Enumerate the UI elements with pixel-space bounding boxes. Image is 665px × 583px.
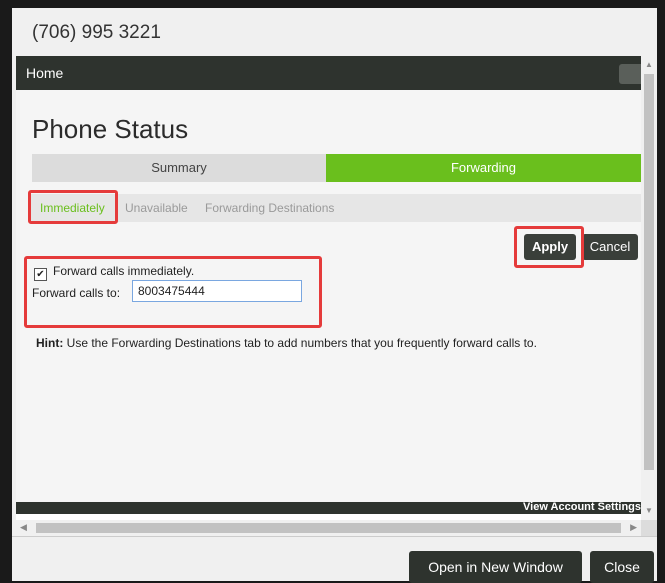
scroll-left-icon[interactable]: ◀	[20, 522, 27, 533]
footer-bar: View Account Settings	[16, 502, 641, 514]
highlight-apply	[514, 226, 584, 268]
hint-prefix: Hint:	[36, 336, 64, 350]
nav-home-link[interactable]: Home	[26, 65, 63, 81]
vertical-scroll-thumb[interactable]	[644, 74, 654, 470]
horizontal-scroll-thumb[interactable]	[36, 523, 621, 533]
horizontal-scrollbar[interactable]: ◀ ▶	[16, 520, 641, 536]
subtab-forwarding-destinations[interactable]: Forwarding Destinations	[205, 201, 334, 215]
main-content: Phone Status Summary Forwarding Immediat…	[16, 90, 641, 502]
dialog-title: (706) 995 3221	[32, 22, 161, 43]
highlight-forward-fields	[24, 256, 322, 328]
subtab-unavailable[interactable]: Unavailable	[125, 201, 188, 215]
close-button[interactable]: Close	[590, 551, 654, 583]
scroll-down-icon[interactable]: ▼	[645, 506, 653, 515]
tab-forwarding[interactable]: Forwarding	[326, 154, 641, 182]
highlight-immediately	[28, 190, 118, 224]
page-title: Phone Status	[32, 114, 189, 144]
hint-text: Hint: Use the Forwarding Destinations ta…	[36, 336, 537, 350]
view-account-settings-link[interactable]: View Account Settings	[523, 502, 641, 513]
forwarding-subtabs: Immediately Unavailable Forwarding Desti…	[30, 194, 641, 222]
nav-dropdown-button[interactable]	[619, 64, 641, 84]
main-tabs: Summary Forwarding	[32, 154, 641, 182]
tab-summary[interactable]: Summary	[32, 154, 326, 182]
cancel-button[interactable]: Cancel	[582, 234, 638, 260]
dialog-bottom-bar: Open in New Window Close	[12, 536, 657, 583]
open-in-new-window-button[interactable]: Open in New Window	[409, 551, 582, 583]
content-frame: Home Phone Status Summary Forwarding Imm…	[16, 56, 657, 536]
vertical-scrollbar[interactable]: ▲ ▼	[641, 56, 657, 520]
hint-body: Use the Forwarding Destinations tab to a…	[63, 336, 537, 350]
scrollbar-corner	[641, 520, 657, 536]
top-navbar: Home	[16, 56, 641, 90]
dialog-header: (706) 995 3221	[12, 8, 657, 56]
scroll-up-icon[interactable]: ▲	[645, 60, 653, 69]
phone-dialog: (706) 995 3221 Home Phone Status Summary…	[12, 8, 657, 583]
scroll-right-icon[interactable]: ▶	[630, 522, 637, 533]
